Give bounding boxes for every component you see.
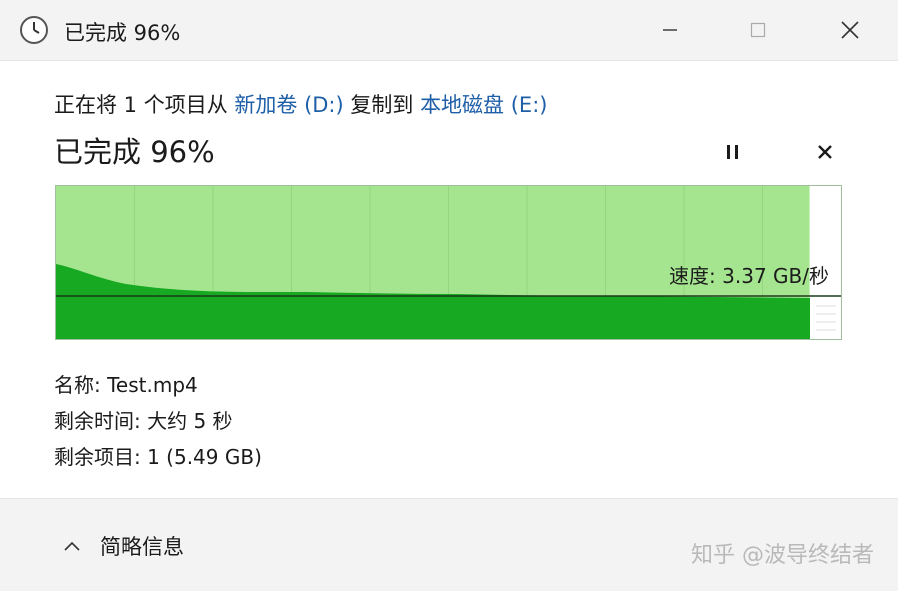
copy-middle: 复制到 (343, 93, 421, 117)
chevron-up-icon (64, 541, 80, 551)
items-remaining: 剩余项目: 1 (5.49 GB) (54, 445, 262, 469)
dialog-footer: 简略信息 知乎 @波导终结者 (0, 498, 898, 591)
source-link[interactable]: 新加卷 (D:) (234, 93, 343, 117)
fewer-details-button[interactable]: 简略信息 (60, 531, 184, 561)
cancel-button[interactable] (810, 137, 840, 167)
copy-description: 正在将 1 个项目从 新加卷 (D:) 复制到 本地磁盘 (E:) (54, 89, 547, 119)
remaining-area-lines (816, 305, 836, 331)
progress-title: 已完成 96% (54, 135, 215, 169)
fewer-details-label: 简略信息 (100, 535, 184, 559)
window-title: 已完成 96% (64, 21, 181, 45)
clock-icon (18, 14, 50, 46)
watermark: 知乎 @波导终结者 (691, 543, 874, 568)
time-remaining: 剩余时间: 大约 5 秒 (54, 409, 233, 433)
title-bar[interactable]: 已完成 96% (0, 0, 898, 61)
pause-button[interactable] (718, 137, 748, 167)
file-name: 名称: Test.mp4 (54, 373, 198, 397)
maximize-button[interactable] (736, 10, 780, 50)
dialog-content: 正在将 1 个项目从 新加卷 (D:) 复制到 本地磁盘 (E:) 已完成 96… (0, 61, 898, 498)
close-icon (841, 21, 859, 39)
cancel-icon (818, 145, 832, 159)
copy-dialog-window: 已完成 96% 正在将 1 个项目从 新加卷 (D:) 复制到 本地磁盘 (E:… (0, 0, 898, 591)
minimize-icon (663, 29, 677, 31)
maximize-icon (750, 22, 766, 38)
destination-link[interactable]: 本地磁盘 (E:) (420, 93, 547, 117)
copy-prefix: 正在将 1 个项目从 (54, 93, 235, 117)
speed-label: 速度: 3.37 GB/秒 (669, 264, 829, 288)
speed-graph: 速度: 3.37 GB/秒 (55, 185, 842, 340)
pause-icon (727, 145, 738, 159)
close-button[interactable] (828, 10, 872, 50)
minimize-button[interactable] (648, 10, 692, 50)
